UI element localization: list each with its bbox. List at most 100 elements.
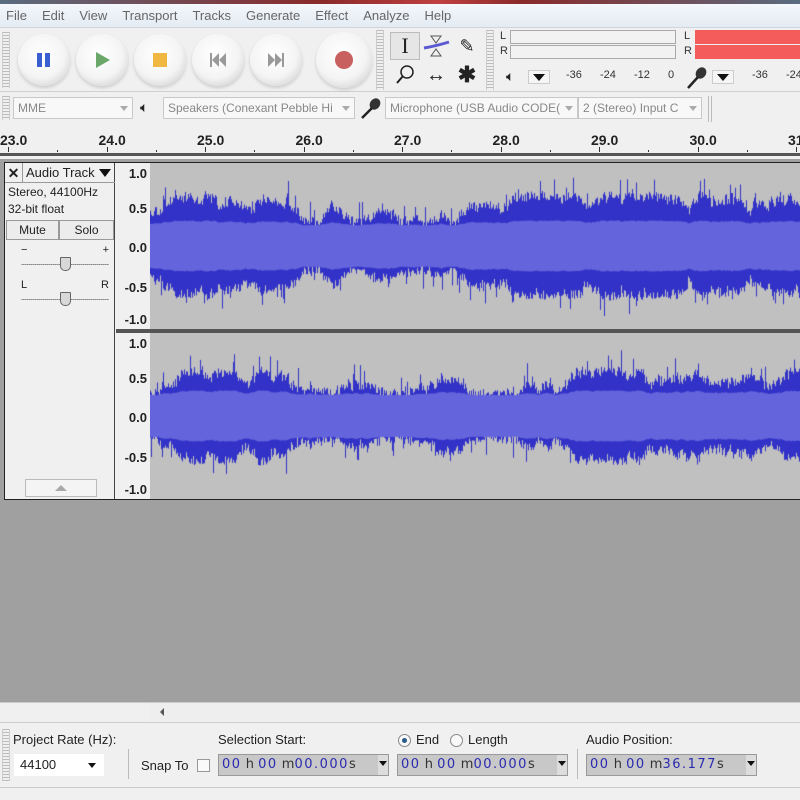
scroll-left-icon[interactable] [160,708,164,716]
hours-unit: h [245,757,254,772]
amplitude-label: 0.0 [128,240,147,255]
time-shift-tool[interactable]: ↔ [421,61,451,89]
track-format: Stereo, 44100Hz [8,185,99,199]
ruler-tick [796,147,797,152]
collapse-track-button[interactable] [25,479,97,497]
track-area: ✕ Audio Track Stereo, 44100Hz 32-bit flo… [0,159,800,720]
menu-tracks[interactable]: Tracks [192,8,231,23]
menu-view[interactable]: View [79,8,107,23]
project-rate-select[interactable]: 44100 [14,754,104,776]
skip-to-start-button[interactable] [192,34,244,86]
amplitude-label: -1.0 [124,312,147,327]
toolbar-grip[interactable] [2,729,10,781]
amplitude-label: 0.5 [128,371,147,386]
menu-analyze[interactable]: Analyze [363,8,409,23]
toolbar-grip[interactable] [376,30,384,90]
audio-host-select[interactable]: MME [13,97,133,119]
skip-to-start-icon [210,53,226,67]
meter-scale-label: -24 [786,69,800,81]
seconds-value: 00.000 [294,757,349,772]
record-meter-menu[interactable] [712,70,734,84]
ruler-label: 26.0 [295,132,323,148]
solo-button[interactable]: Solo [59,220,114,240]
envelope-tool-icon [423,35,450,57]
record-meter-left[interactable] [695,30,800,44]
output-device-select[interactable]: Speakers (Conexant Pebble Hi [163,97,355,119]
project-rate-label: Project Rate (Hz): [13,732,117,747]
toolbar-grip[interactable] [486,30,494,90]
gain-slider[interactable]: − + [21,244,109,274]
tools-toolbar: I ✎ ↔ ✱ [388,30,484,90]
selection-tool[interactable]: I [390,32,420,60]
hours-value: 00 [590,757,610,772]
minutes-unit: m [460,757,474,772]
stop-button[interactable] [134,34,186,86]
input-channels-select[interactable]: 2 (Stereo) Input C [578,97,702,119]
selection-start-field[interactable]: 00 h 00 m00.000s [218,754,389,776]
track-bit-depth: 32-bit float [8,202,65,216]
menu-generate[interactable]: Generate [246,8,300,23]
amplitude-label: -0.5 [124,280,147,295]
zoom-tool[interactable] [390,61,420,89]
ruler-tick [599,147,600,152]
minutes-unit: m [649,757,663,772]
ruler-tick-minor [155,150,157,152]
close-track-button[interactable]: ✕ [5,163,23,183]
skip-to-end-icon [268,53,284,67]
gain-minus-label: − [21,244,28,256]
playback-meter-menu[interactable] [528,70,550,84]
separator [577,749,578,779]
scrollbar-thumb[interactable] [150,703,800,721]
format-dropdown[interactable] [378,755,388,775]
toolbar-grip[interactable] [2,96,10,120]
playback-meter-right[interactable] [510,45,676,59]
track-menu-button[interactable]: Audio Track [23,163,115,182]
menu-help[interactable]: Help [424,8,451,23]
menu-bar: File Edit View Transport Tracks Generate… [0,4,800,28]
timeline-ruler[interactable]: 23.0 24.0 25.0 26.0 27.0 28.0 29.0 30.0 31 [0,124,800,156]
waveform-left-channel[interactable] [150,163,800,329]
end-radio[interactable] [398,734,411,747]
record-button[interactable] [316,32,372,88]
horizontal-scrollbar[interactable] [0,702,800,721]
separator [711,96,712,122]
separator [708,96,709,122]
selection-end-field[interactable]: 00 h 00 m00.000s [397,754,568,776]
input-device-select[interactable]: Microphone (USB Audio CODE( [385,97,578,119]
format-dropdown[interactable] [557,755,567,775]
amplitude-ruler-right: 1.0 0.5 0.0 -0.5 -1.0 [116,333,150,499]
format-dropdown[interactable] [746,755,756,775]
multi-tool[interactable]: ✱ [452,61,482,89]
menu-transport[interactable]: Transport [122,8,177,23]
menu-file[interactable]: File [6,8,27,23]
length-radio[interactable] [450,734,463,747]
menu-edit[interactable]: Edit [42,8,64,23]
meter-scale-label: -36 [752,69,768,81]
snap-to-label: Snap To [141,758,189,773]
pause-icon [37,53,50,67]
envelope-tool[interactable] [421,32,451,60]
seconds-unit: s [716,757,724,772]
waveform-right-channel[interactable] [150,333,800,499]
waveform-right-canvas [150,333,800,499]
playback-meter-left[interactable] [510,30,676,44]
gain-plus-label: + [102,244,109,256]
pan-slider-thumb[interactable] [59,292,71,306]
ruler-tick [8,147,9,152]
snap-to-checkbox[interactable] [197,759,210,772]
gain-slider-thumb[interactable] [59,257,71,271]
toolbar-grip[interactable] [2,32,10,88]
pause-button[interactable] [18,34,70,86]
record-meter-right[interactable] [695,45,800,59]
mute-button[interactable]: Mute [6,220,59,240]
draw-tool[interactable]: ✎ [452,32,482,60]
menu-effect[interactable]: Effect [315,8,348,23]
minutes-value: 00 [626,757,646,772]
magnifier-icon [396,65,414,84]
audio-position-field[interactable]: 00 h 00 m36.177s [586,754,757,776]
pan-slider[interactable]: L R [21,279,109,309]
play-button[interactable] [76,34,128,86]
ruler-label: 31 [788,132,800,148]
skip-to-end-button[interactable] [250,34,302,86]
playback-meter-right-label: R [500,45,508,57]
